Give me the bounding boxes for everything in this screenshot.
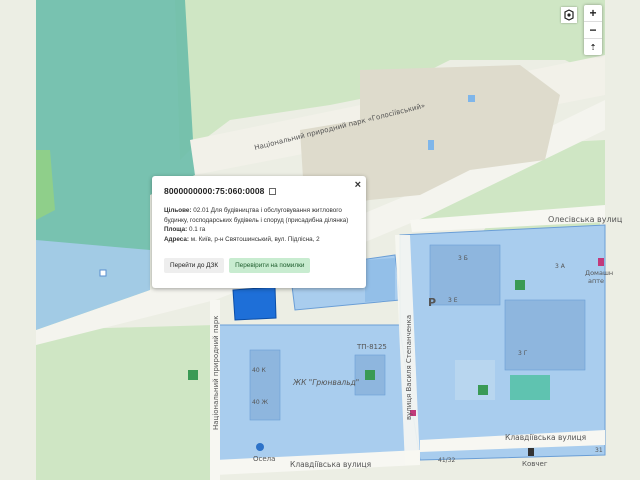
vasyl-street-label: вулиця Василя Степанченка: [405, 315, 413, 420]
olesivska-label: Олесівська вулиц: [548, 215, 623, 224]
parcel-popup: × 8000000000:75:060:0008 Цільове: 02.01 …: [152, 176, 366, 288]
parcel-id: 8000000000:75:060:0008: [164, 186, 354, 196]
zoom-in-button[interactable]: +: [584, 5, 602, 22]
park-road-vertical-label: Національний природний парк: [212, 316, 220, 431]
tp-label: ТП-8125: [356, 343, 387, 351]
close-icon[interactable]: ×: [355, 179, 361, 191]
zoom-controls: + − ⇡: [584, 5, 602, 55]
parcel-id-text: 8000000000:75:060:0008: [164, 186, 265, 196]
purpose-label: Цільове:: [164, 207, 192, 214]
check-errors-button[interactable]: Перевірити на помилки: [229, 258, 311, 273]
complex-label: ЖК "Грюнвальд": [292, 378, 359, 387]
north-arrow-icon[interactable]: ⇡: [584, 39, 602, 55]
bldg-3e-label: 3 Е: [448, 297, 458, 304]
num-31-label: 31: [595, 447, 603, 454]
apteka-label: апте: [588, 277, 604, 285]
area-row: Площа: 0.1 га: [164, 225, 354, 235]
address-label: Адреса:: [164, 235, 189, 243]
go-to-dzk-button[interactable]: Перейти до ДЗК: [164, 258, 225, 273]
area-value: 0.1 га: [189, 226, 206, 234]
klavdiivska-right-label: Клавдіївська вулиця: [505, 433, 586, 442]
bldg-3g-label: 3 Г: [518, 350, 528, 357]
bldg-40k-label: 40 К: [252, 367, 267, 374]
parking-label: P: [428, 296, 436, 309]
address-row: Адреса: м. Київ, р-н Святошинський, вул.…: [164, 235, 354, 245]
area-label: Площа:: [164, 226, 188, 234]
bldg-40-label: 40 Ж: [252, 399, 269, 406]
kovcheg-label: Ковчег: [522, 460, 548, 468]
domashnya-label: Домашн: [585, 269, 613, 277]
bldg-3a-label: 3 А: [555, 263, 566, 270]
purpose-value: 02.01 Для будівництва і обслуговування ж…: [164, 207, 349, 224]
klavdiivska-bottom-label: Клавдіївська вулиця: [290, 460, 371, 469]
zoom-out-button[interactable]: −: [584, 22, 602, 39]
purpose-row: Цільове: 02.01 Для будівництва і обслуго…: [164, 206, 354, 225]
copy-icon[interactable]: [268, 188, 276, 195]
address-value: м. Київ, р-н Святошинський, вул. Підлісн…: [190, 235, 320, 243]
bldg-3b-label: 3 Б: [458, 255, 468, 262]
osela-label: Осела: [253, 455, 275, 463]
layers-icon[interactable]: [561, 7, 577, 23]
num-41-32-label: 41/32: [438, 457, 455, 464]
